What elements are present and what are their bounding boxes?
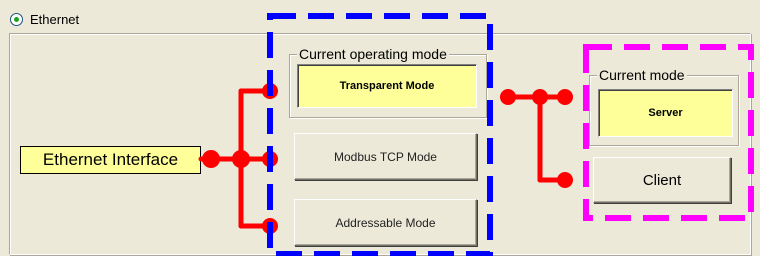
dot-interface	[202, 150, 220, 168]
ethernet-settings-panel: Ethernet Current operating mode Transpar…	[0, 0, 760, 256]
dot-junction-left	[232, 150, 250, 168]
dot-client	[557, 172, 573, 188]
operating-mode-highlight	[267, 13, 493, 256]
current-mode-highlight	[583, 44, 754, 221]
dot-current-mode	[557, 89, 573, 105]
dot-operating-mode-out	[500, 89, 516, 105]
dot-junction-right	[532, 89, 548, 105]
connector-lines	[198, 83, 573, 234]
annotation-overlay	[198, 13, 754, 256]
